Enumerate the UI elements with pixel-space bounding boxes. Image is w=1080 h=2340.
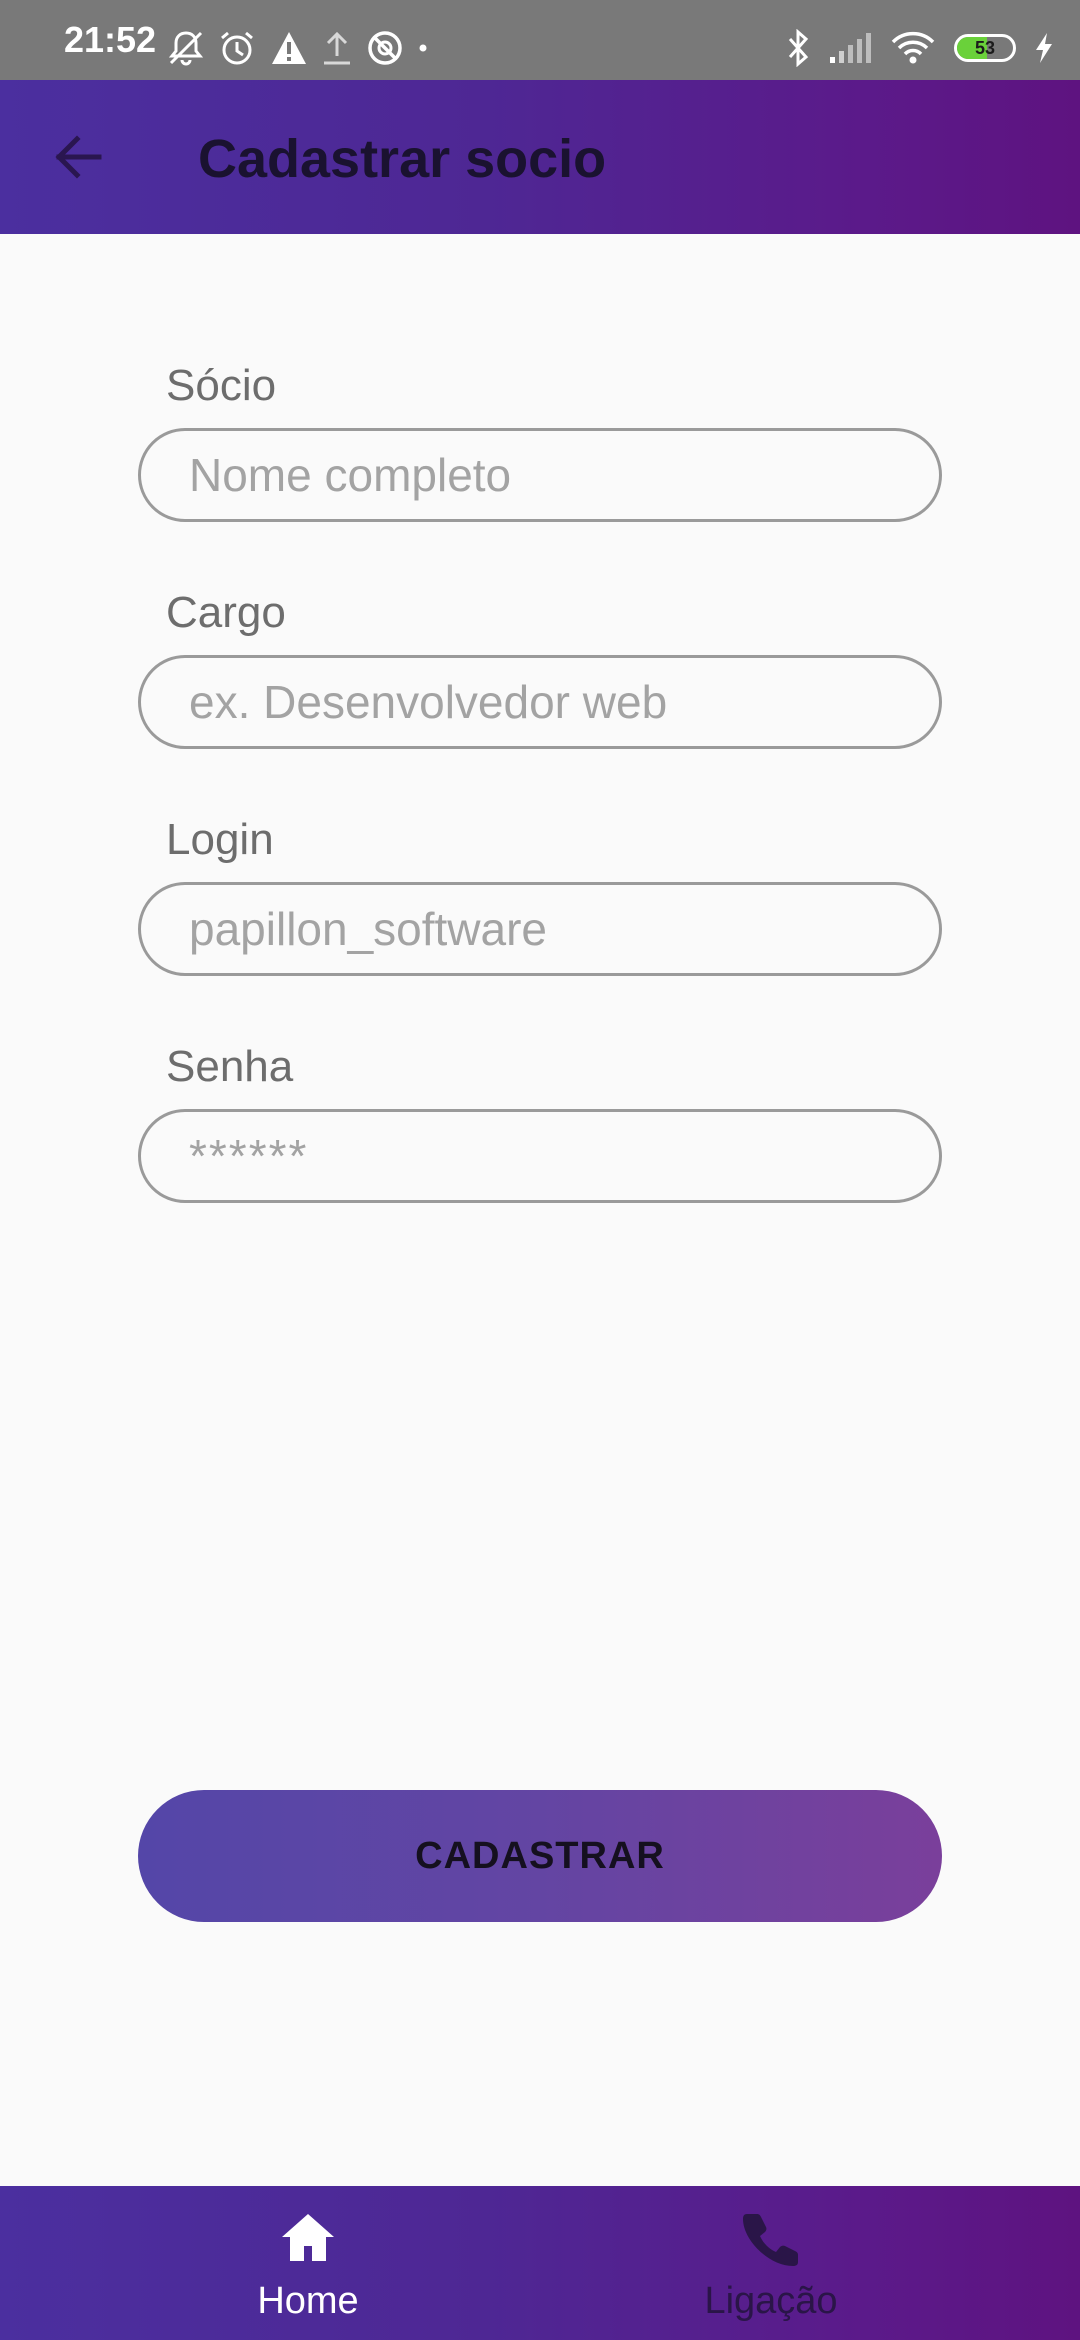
form-group-login: Login xyxy=(138,814,942,984)
bottom-nav: Home Ligação xyxy=(0,2186,1080,2340)
home-icon xyxy=(158,2210,458,2270)
wifi-icon xyxy=(890,30,936,66)
phone-icon xyxy=(621,2210,921,2270)
senha-label: Senha xyxy=(166,1042,294,1091)
form-group-senha: Senha xyxy=(138,1041,942,1211)
battery-icon: 53 xyxy=(954,34,1016,62)
status-time: 21:52 xyxy=(64,19,157,60)
password-input[interactable] xyxy=(138,1109,942,1203)
nav-item-home[interactable]: Home xyxy=(158,2186,458,2340)
warning-icon xyxy=(270,30,308,66)
back-button[interactable] xyxy=(40,122,114,196)
nav-item-ligacao[interactable]: Ligação xyxy=(621,2186,921,2340)
socio-label: Sócio xyxy=(166,361,277,410)
bell-off-icon xyxy=(168,29,204,67)
page-title: Cadastrar socio xyxy=(198,129,607,189)
form-group-socio: Sócio xyxy=(138,360,942,530)
login-input[interactable] xyxy=(138,882,942,976)
battery-level: 53 xyxy=(974,38,996,58)
blocked-icon xyxy=(366,29,404,67)
form-group-cargo: Cargo xyxy=(138,587,942,757)
bluetooth-icon xyxy=(786,29,810,67)
status-right-icons: 53 xyxy=(786,26,1054,70)
upload-icon xyxy=(322,30,352,66)
dot-icon xyxy=(418,43,428,53)
charging-icon xyxy=(1034,31,1054,65)
cadastrar-button[interactable]: CADASTRAR xyxy=(138,1790,942,1922)
alarm-icon xyxy=(218,29,256,67)
cargo-input[interactable] xyxy=(138,655,942,749)
login-label: Login xyxy=(166,815,274,864)
arrow-back-icon xyxy=(51,133,103,186)
status-left-icons xyxy=(168,26,428,70)
cargo-label: Cargo xyxy=(166,588,286,637)
socio-name-input[interactable] xyxy=(138,428,942,522)
nav-label-ligacao: Ligação xyxy=(704,2280,838,2322)
signal-icon xyxy=(828,31,872,65)
nav-label-home: Home xyxy=(257,2280,359,2322)
status-bar: 21:52 53 xyxy=(0,0,1080,80)
app-bar: Cadastrar socio xyxy=(0,80,1080,234)
screen: 21:52 53 Cadastrar socio Sócio Nome comp… xyxy=(0,0,1080,2340)
